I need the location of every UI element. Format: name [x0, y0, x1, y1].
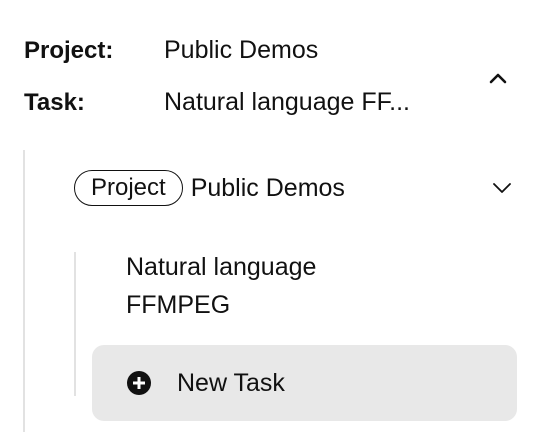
project-name: Public Demos	[190, 173, 345, 202]
new-task-button[interactable]: New Task	[92, 345, 517, 421]
summary-project-value: Public Demos	[164, 36, 319, 64]
task-label-line1: Natural language	[126, 253, 317, 281]
chevron-down-icon	[493, 183, 511, 193]
summary-task-value: Natural language FF...	[164, 88, 410, 116]
project-badge: Project	[74, 170, 183, 206]
task-tree-guide-line	[74, 252, 76, 396]
summary-task-row: Task: Natural language FF...	[24, 86, 410, 119]
task-label-line2: FFMPEG	[126, 291, 231, 319]
task-item[interactable]: Natural language FFMPEG	[126, 248, 406, 324]
chevron-up-icon	[489, 73, 507, 84]
project-selector[interactable]: Project Public Demos	[74, 168, 524, 208]
plus-circle-icon	[127, 371, 151, 395]
tree-guide-line	[23, 150, 25, 432]
summary-task-key: Task:	[24, 89, 85, 116]
project-dropdown-button[interactable]	[482, 174, 522, 202]
summary-project-row: Project: Public Demos	[24, 34, 318, 67]
summary-project-key: Project:	[24, 37, 114, 64]
collapse-button[interactable]	[478, 64, 518, 92]
new-task-label: New Task	[177, 368, 285, 397]
